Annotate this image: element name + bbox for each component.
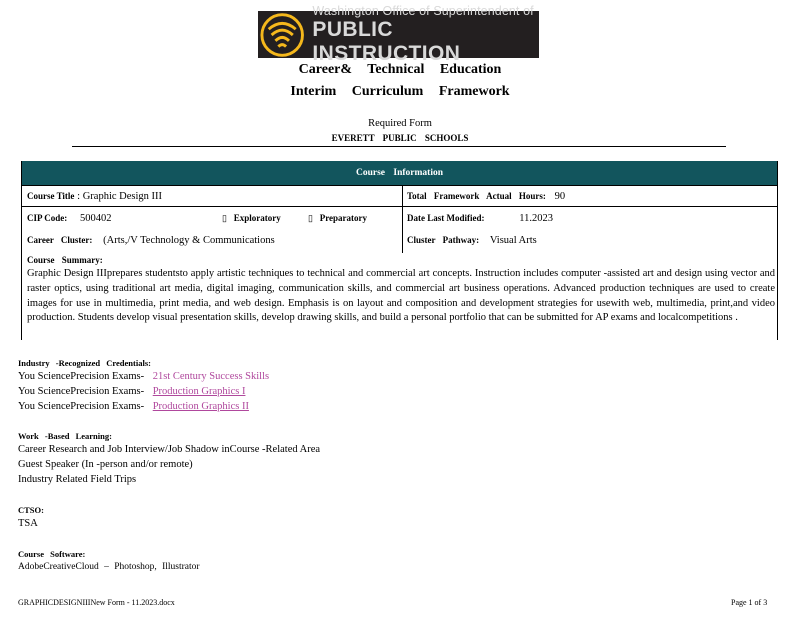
credential-item: You SciencePrecision Exams- Production G… bbox=[18, 384, 269, 399]
table-divider bbox=[22, 206, 777, 207]
work-based-item: Career Research and Job Interview/Job Sh… bbox=[18, 444, 321, 455]
cip-code-cell: CIP Code: 500402 bbox=[27, 212, 112, 224]
work-based-learning-section: Work -Based Learning: Career Research an… bbox=[18, 430, 320, 487]
preparatory-label: Preparatory bbox=[319, 213, 368, 223]
course-title-cell: Course Title : Graphic Design III bbox=[27, 190, 162, 202]
total-hours-value: 90 bbox=[554, 191, 566, 202]
date-modified-cell: Date Last Modified: 11.2023 bbox=[407, 212, 553, 224]
work-based-item: Industry Related Field Trips bbox=[18, 474, 137, 485]
cip-code-label: CIP Code: bbox=[27, 213, 68, 223]
required-form-label: Required Form bbox=[368, 118, 432, 129]
school-name: EVERETT PUBLIC SCHOOLS bbox=[331, 133, 469, 143]
credentials-title: Industry -Recognized Credentials: bbox=[18, 358, 151, 368]
ctso-value: TSA bbox=[18, 518, 38, 529]
footer-page-number: Page 1 of 3 bbox=[731, 598, 768, 607]
cluster-pathway-cell: Cluster Pathway: Visual Arts bbox=[407, 234, 537, 246]
document-title-line2: Interim Curriculum Framework bbox=[290, 84, 510, 99]
ctso-title: CTSO: bbox=[18, 505, 44, 515]
exploratory-option[interactable]: ▯ Exploratory bbox=[222, 212, 281, 224]
work-based-item: Guest Speaker (In -person and/or remote) bbox=[18, 459, 193, 470]
course-summary-text: Graphic Design IIIprepares studentsto ap… bbox=[27, 268, 775, 324]
course-information-table: Course Information Course Title : Graphi… bbox=[21, 161, 778, 340]
logo-line2: PUBLIC INSTRUCTION bbox=[312, 17, 461, 65]
software-title: Course Software: bbox=[18, 549, 86, 559]
date-modified-label: Date Last Modified: bbox=[407, 213, 485, 223]
credential-prefix: You SciencePrecision Exams- bbox=[18, 371, 145, 382]
ctso-section: CTSO: TSA bbox=[18, 504, 44, 531]
exploratory-checkbox[interactable]: ▯ bbox=[222, 213, 227, 223]
credential-prefix: You SciencePrecision Exams- bbox=[18, 386, 145, 397]
cluster-pathway-value: Visual Arts bbox=[489, 235, 537, 246]
logo-line1: Washington Office of Superintendent of bbox=[312, 3, 534, 18]
credential-prefix: You SciencePrecision Exams- bbox=[18, 401, 145, 412]
ospi-logo: Washington Office of Superintendent of P… bbox=[258, 4, 539, 65]
credentials-section: Industry -Recognized Credentials: You Sc… bbox=[18, 357, 269, 414]
work-based-title: Work -Based Learning: bbox=[18, 431, 112, 441]
exploratory-label: Exploratory bbox=[233, 213, 281, 223]
table-column-divider bbox=[402, 185, 403, 253]
career-cluster-label: Career Cluster: bbox=[27, 235, 93, 245]
total-hours-label: Total Framework Actual Hours: bbox=[407, 191, 546, 201]
course-summary-label: Course Summary: bbox=[27, 255, 103, 265]
course-title-label: Course Title bbox=[27, 191, 75, 201]
career-cluster-cell: Career Cluster: (Arts,/V Technology & Co… bbox=[27, 234, 275, 246]
credential-link-production-graphics-1[interactable]: Production Graphics I bbox=[153, 386, 246, 397]
total-hours-cell: Total Framework Actual Hours: 90 bbox=[407, 190, 565, 202]
document-title-line1: Career& Technical Education bbox=[298, 62, 502, 77]
credential-link-production-graphics-2[interactable]: Production Graphics II bbox=[153, 401, 249, 412]
date-modified-value: 11.2023 bbox=[519, 213, 553, 224]
footer-filename: GRAPHICDESIGNIIINew Form - 11.2023.docx bbox=[18, 598, 175, 607]
credential-item: You SciencePrecision Exams- Production G… bbox=[18, 399, 269, 414]
credential-link-21st-century[interactable]: 21st Century Success Skills bbox=[153, 371, 269, 382]
software-section: Course Software: AdobeCreativeCloud – Ph… bbox=[18, 548, 200, 575]
software-value: AdobeCreativeCloud – Photoshop, Illustra… bbox=[18, 562, 200, 572]
credential-item: You SciencePrecision Exams- 21st Century… bbox=[18, 369, 269, 384]
cluster-pathway-label: Cluster Pathway: bbox=[407, 235, 480, 245]
course-information-header: Course Information bbox=[22, 161, 777, 185]
header-divider bbox=[72, 146, 726, 147]
ospi-emblem-icon bbox=[260, 12, 304, 57]
course-title-value: : Graphic Design III bbox=[77, 191, 163, 202]
preparatory-checkbox[interactable]: ▯ bbox=[308, 213, 313, 223]
preparatory-option[interactable]: ▯ Preparatory bbox=[308, 212, 367, 224]
career-cluster-value: (Arts,/V Technology & Communications bbox=[103, 235, 275, 246]
logo-text: Washington Office of Superintendent of P… bbox=[312, 4, 539, 66]
cip-code-value: 500402 bbox=[80, 213, 112, 224]
table-divider bbox=[22, 185, 777, 186]
